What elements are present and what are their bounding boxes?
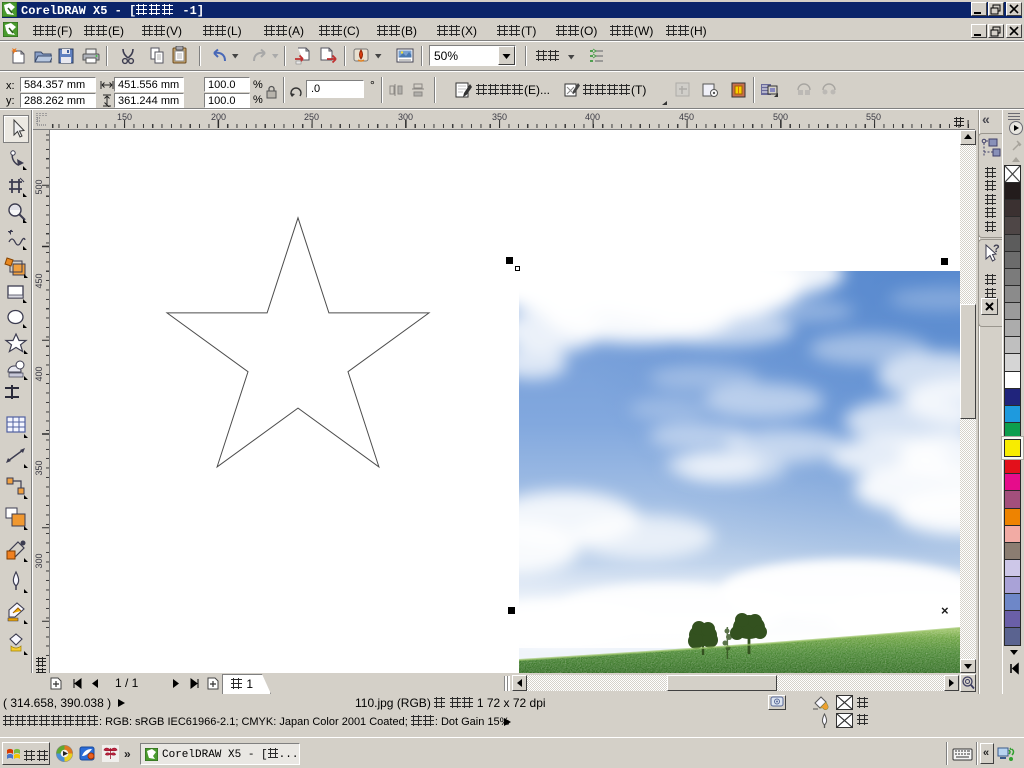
svg-text:?: ?: [993, 243, 1000, 255]
